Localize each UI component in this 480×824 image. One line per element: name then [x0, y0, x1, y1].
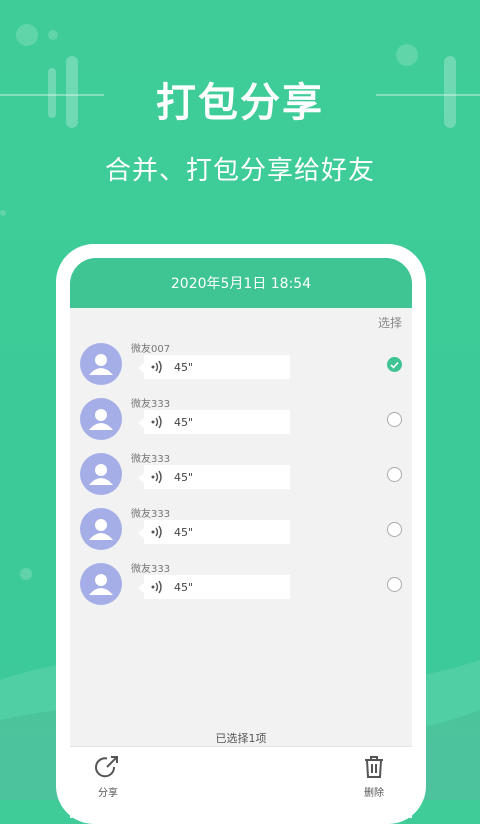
check-icon: [390, 361, 399, 369]
sound-wave-icon: [150, 580, 164, 594]
voice-duration: 45": [174, 580, 194, 594]
decor-bubble: [20, 568, 32, 580]
phone-screen: 2020年5月1日 18:54 选择 微友007 45" 微友333 45" 微…: [70, 258, 412, 818]
selected-count: 已选择1项: [215, 732, 267, 745]
share-label: 分享: [98, 788, 118, 799]
chat-header: 2020年5月1日 18:54: [70, 258, 412, 308]
message-item[interactable]: 微友333 45": [80, 505, 402, 553]
delete-button[interactable]: 删除: [344, 755, 404, 799]
voice-message[interactable]: 45": [138, 520, 290, 544]
hero-subtitle: 合并、打包分享给好友: [104, 156, 375, 186]
voice-duration: 45": [174, 525, 194, 539]
voice-message[interactable]: 45": [138, 575, 290, 599]
sender-name: 微友333: [131, 509, 171, 520]
avatar: [80, 508, 122, 550]
select-radio[interactable]: [387, 467, 402, 482]
sender-name: 微友007: [131, 344, 171, 355]
hero-title: 打包分享: [156, 80, 324, 126]
voice-message[interactable]: 45": [138, 355, 290, 379]
avatar: [80, 563, 122, 605]
decor-bubble: [16, 24, 38, 46]
user-icon: [89, 354, 113, 375]
avatar: [80, 343, 122, 385]
user-icon: [89, 574, 113, 595]
sound-wave-icon: [150, 470, 164, 484]
voice-message[interactable]: 45": [138, 465, 290, 489]
select-radio[interactable]: [387, 412, 402, 427]
user-icon: [89, 409, 113, 430]
sender-name: 微友333: [131, 399, 171, 410]
select-radio[interactable]: [387, 577, 402, 592]
share-icon: [95, 756, 118, 778]
sound-wave-icon: [150, 525, 164, 539]
voice-duration: 45": [174, 415, 194, 429]
share-button[interactable]: 分享: [78, 755, 138, 799]
sound-wave-icon: [150, 360, 164, 374]
avatar: [80, 398, 122, 440]
message-item[interactable]: 微友333 45": [80, 395, 402, 443]
user-icon: [89, 464, 113, 485]
select-radio-checked[interactable]: [387, 357, 402, 372]
delete-label: 删除: [364, 788, 384, 799]
decor-bubble: [0, 210, 6, 216]
voice-duration: 45": [174, 360, 194, 374]
user-icon: [89, 519, 113, 540]
voice-duration: 45": [174, 470, 194, 484]
sound-wave-icon: [150, 415, 164, 429]
voice-message[interactable]: 45": [138, 410, 290, 434]
trash-icon: [365, 756, 383, 778]
decor-bubble: [48, 30, 58, 40]
select-button[interactable]: 选择: [378, 314, 402, 331]
message-item[interactable]: 微友333 45": [80, 560, 402, 608]
avatar: [80, 453, 122, 495]
sender-name: 微友333: [131, 454, 171, 465]
message-item[interactable]: 微友007 45": [80, 340, 402, 388]
select-radio[interactable]: [387, 522, 402, 537]
message-item[interactable]: 微友333 45": [80, 450, 402, 498]
decor-bubble: [396, 44, 418, 66]
header-time: 2020年5月1日 18:54: [170, 276, 312, 292]
sender-name: 微友333: [131, 564, 171, 575]
bottom-action-bar: 分享 删除: [70, 746, 412, 818]
